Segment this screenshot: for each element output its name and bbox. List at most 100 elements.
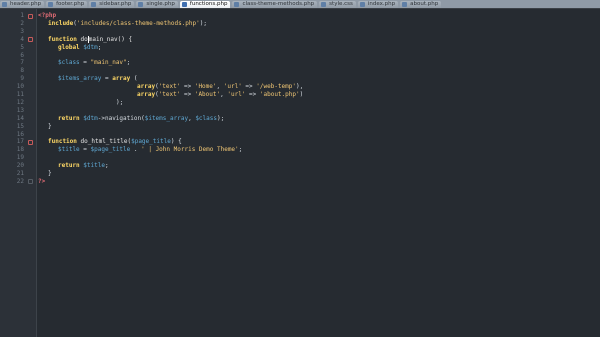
tab-label: functions.php: [189, 1, 228, 7]
code-line-1: <?php: [38, 12, 56, 20]
variable: $title: [58, 146, 80, 154]
punctuation: }: [48, 170, 52, 177]
punctuation: ) {: [170, 138, 182, 146]
keyword: return: [58, 162, 80, 170]
tab-class-theme-methods-php[interactable]: class-theme-methods.php: [232, 1, 318, 8]
string-literal: "main_nav": [90, 59, 127, 67]
function-name: main_nav() {: [88, 35, 133, 43]
code-line-12: );: [116, 99, 123, 107]
string-literal: 'url': [227, 91, 246, 98]
line-number: 1: [20, 12, 24, 19]
php-file-icon: [138, 2, 144, 7]
tab-sidebar-php[interactable]: sidebar.php: [89, 1, 135, 8]
keyword: array: [112, 75, 131, 83]
tab-label: class-theme-methods.php: [242, 1, 315, 7]
punctuation: ;: [238, 146, 243, 154]
operator: =: [101, 75, 113, 83]
punctuation: ),: [296, 83, 304, 91]
php-file-icon: [234, 2, 240, 7]
code-line-4: function domain_nav() {: [48, 35, 133, 44]
punctuation: }: [48, 122, 52, 130]
code-line-9: $items_array = array (: [58, 75, 138, 83]
variable: $class: [195, 114, 217, 122]
php-close-tag: ?>: [38, 177, 46, 185]
fold-toggle-icon[interactable]: [28, 13, 33, 19]
keyword: function: [48, 35, 77, 43]
php-file-icon: [91, 2, 97, 7]
operator: =: [79, 59, 91, 67]
fold-toggle-icon[interactable]: [28, 37, 33, 42]
php-file-icon: [181, 2, 187, 7]
variable: $items_array: [58, 75, 102, 83]
line-number-gutter: 1 2 3 4 5 6 7 8 9 10 11 12 13 14 15 16 1…: [0, 9, 37, 337]
fold-end-icon: [28, 179, 33, 184]
line-number: 2: [20, 19, 24, 27]
line-number: 12: [16, 98, 24, 106]
php-file-icon: [402, 2, 408, 7]
line-number: 10: [16, 83, 24, 91]
keyword: include: [48, 19, 74, 27]
code-line-20: return $title;: [58, 162, 109, 170]
code-line-11: array('text' => 'About', 'url' => 'about…: [137, 91, 303, 99]
operator: =: [79, 146, 91, 154]
string-literal: 'includes/class-theme-methods.php': [76, 19, 200, 27]
php-file-icon: [2, 2, 7, 7]
punctuation: ;: [126, 59, 131, 67]
line-number: 3: [20, 27, 24, 35]
line-number: 11: [16, 91, 24, 98]
code-line-21: }: [48, 170, 52, 178]
code-line-17: function do_html_title($page_title) {: [48, 138, 182, 146]
php-file-icon: [48, 2, 54, 7]
tab-label: about.php: [410, 1, 439, 7]
line-number: 20: [16, 162, 24, 170]
punctuation: ;: [104, 162, 109, 170]
line-number: 13: [16, 106, 24, 114]
operator: =>: [241, 83, 257, 91]
punctuation: );: [116, 98, 124, 106]
code-line-7: $class = "main_nav";: [58, 59, 130, 67]
tab-footer-php[interactable]: footer.php: [46, 1, 88, 8]
string-literal: '/web-temp': [256, 83, 297, 91]
line-number: 17: [16, 138, 24, 146]
tab-label: style.css: [329, 1, 353, 7]
line-number: 6: [20, 51, 24, 59]
tab-label: header.php: [10, 1, 42, 7]
line-number: 7: [20, 59, 24, 67]
keyword: function: [48, 138, 77, 146]
tab-single-php[interactable]: single.php: [136, 1, 178, 8]
variable: $page_title: [131, 138, 171, 146]
variable: $title: [79, 162, 105, 170]
operator: =>: [180, 91, 195, 98]
tab-label: single.php: [146, 1, 175, 7]
line-number: 16: [16, 130, 24, 138]
line-number: 8: [20, 67, 24, 75]
tab-header-php[interactable]: header.php: [0, 1, 45, 8]
fold-toggle-icon[interactable]: [28, 140, 33, 145]
operator: =>: [180, 83, 195, 91]
tab-index-php[interactable]: index.php: [357, 1, 399, 8]
tab-functions-php[interactable]: functions.php: [179, 1, 231, 8]
tab-bar: header.php footer.php sidebar.php single…: [0, 0, 600, 9]
tab-label: sidebar.php: [99, 1, 132, 7]
operator: =>: [245, 91, 260, 98]
string-literal: ' | John Morris Demo Theme': [141, 146, 239, 154]
punctuation: ;: [97, 43, 102, 51]
punctuation: ): [299, 91, 304, 98]
variable: $items_array: [144, 114, 189, 122]
code-line-14: return $dtm->navigation($items_array, $c…: [58, 115, 224, 123]
code-line-18: $title = $page_title . ' | John Morris D…: [58, 146, 242, 154]
string-literal: 'Home': [194, 83, 217, 91]
operator: .: [130, 146, 142, 154]
string-literal: 'text': [158, 83, 181, 91]
code-line-15: }: [48, 123, 52, 131]
php-file-icon: [359, 2, 365, 7]
code-line-2: include('includes/class-theme-methods.ph…: [48, 20, 207, 28]
variable: $page_title: [90, 146, 131, 154]
css-file-icon: [321, 2, 327, 7]
tab-about-php[interactable]: about.php: [400, 1, 442, 8]
tab-style-css[interactable]: style.css: [319, 1, 356, 8]
tab-label: footer.php: [56, 1, 85, 7]
code-area[interactable]: <?php include('includes/class-theme-meth…: [38, 9, 598, 337]
punctuation: ,: [216, 83, 224, 91]
string-literal: 'about.php': [259, 91, 300, 98]
